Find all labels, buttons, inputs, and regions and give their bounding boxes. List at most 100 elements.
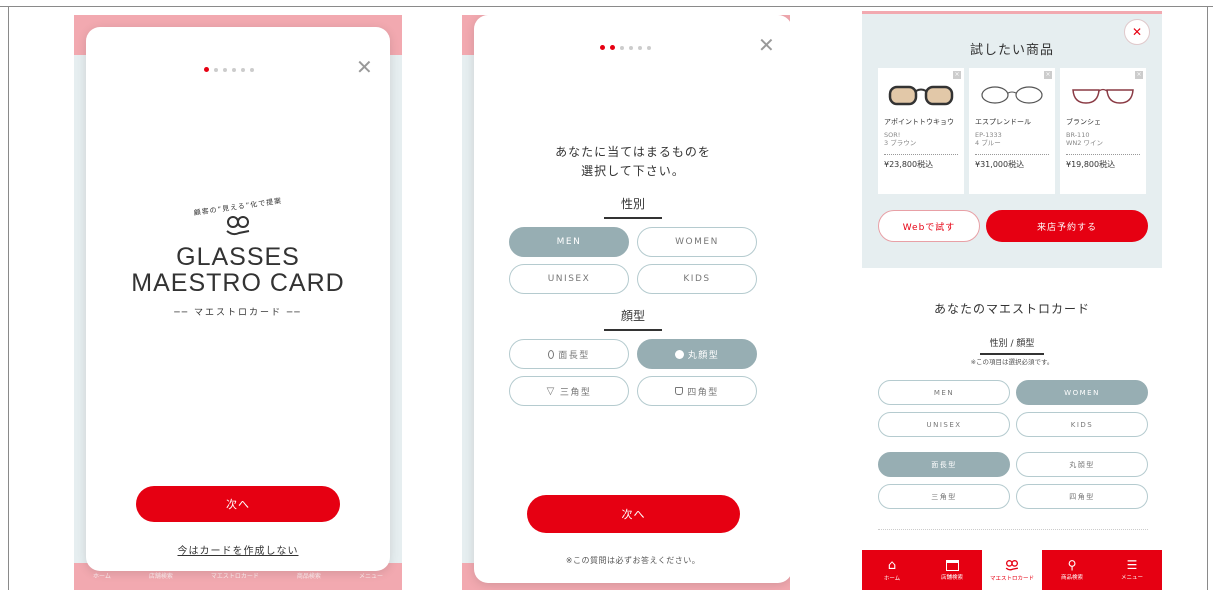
- search-icon: ⚲: [1067, 558, 1077, 572]
- product-price: ¥19,800税込: [1066, 153, 1140, 170]
- nav-product-search-label: 商品検索: [296, 573, 321, 580]
- skip-card-link[interactable]: 今はカードを作成しない: [86, 542, 390, 557]
- gender-heading-text: 性別: [620, 197, 645, 211]
- close-icon[interactable]: ✕: [356, 57, 373, 77]
- close-icon: ✕: [1131, 25, 1143, 39]
- glasses-hand-icon: [226, 216, 250, 236]
- gender-men-option[interactable]: MEN: [509, 227, 629, 257]
- product-image: [975, 74, 1049, 114]
- tab-gender-face-label: 性別 / 顔型: [989, 339, 1035, 349]
- face-triangle-option[interactable]: 三角型: [878, 484, 1010, 509]
- nav-menu[interactable]: ☰ メニュー: [1102, 550, 1162, 590]
- glasses-hand-icon: [1005, 559, 1018, 570]
- gender-men-option[interactable]: MEN: [878, 380, 1010, 405]
- frame-top-line: [0, 6, 1213, 7]
- face-heading: 顔型: [604, 307, 662, 331]
- gender-kids-option[interactable]: KIDS: [637, 264, 757, 294]
- store-icon: [945, 559, 959, 571]
- question-modal: ✕ あなたに当てはまるものを 選択して下さい。 性別 MEN WOMEN UNI…: [474, 15, 790, 583]
- gender-kids-option[interactable]: KIDS: [1016, 412, 1148, 437]
- step-indicator: [600, 45, 651, 50]
- face-square-label: 四角型: [687, 387, 719, 398]
- step-dot: [620, 45, 624, 50]
- nav-store-search-label: 店舗検索: [940, 574, 963, 581]
- tab-underline: [980, 353, 1044, 355]
- nav-store-search[interactable]: 店舗検索: [922, 550, 982, 590]
- step-dot: [629, 45, 633, 50]
- product-card[interactable]: × アポイントトウキョウ SOR! 3 ブラウン ¥23,800税込: [878, 68, 964, 194]
- nav-maestro-card-label: マエストロカード: [989, 575, 1034, 582]
- face-square-option[interactable]: 四角型: [1016, 484, 1148, 509]
- frame-left-line: [8, 6, 9, 590]
- face-triangle-label: 三角型: [559, 387, 592, 398]
- product-price: ¥31,000税込: [975, 153, 1049, 170]
- face-square-option[interactable]: 四角型: [637, 376, 757, 406]
- nav-product-search[interactable]: ⚲ 商品検索: [1042, 550, 1102, 590]
- bottom-nav: ⌂ ホーム 店舗検索 マエストロカード ⚲ 商品検索 ☰ メニュー: [862, 550, 1162, 590]
- step-dot-done: [600, 45, 605, 50]
- next-button[interactable]: 次へ: [527, 495, 740, 533]
- screen-intro: ホーム 店舗検索 マエストロカード 商品検索 メニュー ✕ 顧客の”見える”化で…: [74, 15, 402, 590]
- close-icon[interactable]: ✕: [758, 35, 775, 55]
- product-image: [1066, 74, 1140, 114]
- logo-subtitle: ── マエストロカード ──: [174, 307, 302, 318]
- reserve-visit-button[interactable]: 来店予約する: [986, 210, 1148, 242]
- try-heading: 試したい商品: [969, 43, 1054, 58]
- gender-heading-underline: [604, 217, 662, 219]
- glasses-icon: [981, 86, 1043, 104]
- oval-icon: [548, 349, 555, 359]
- product-model: EP-1333 4 ブルー: [975, 130, 1002, 148]
- required-note: ※この項目は選択必須です。: [970, 358, 1054, 366]
- product-card[interactable]: × ブランシェ BR-110 WN2 ワイン ¥19,800税込: [1060, 68, 1146, 194]
- logo-title-line1: GLASSES: [176, 243, 300, 271]
- product-name: ブランシェ: [1066, 118, 1101, 126]
- next-button[interactable]: 次へ: [136, 486, 340, 522]
- nav-home[interactable]: ⌂ ホーム: [862, 550, 922, 590]
- remove-product-icon[interactable]: ×: [1135, 71, 1143, 79]
- divider: [878, 529, 1148, 530]
- tab-gender-face[interactable]: 性別 / 顔型: [980, 331, 1044, 355]
- product-card[interactable]: × エスプレンドール EP-1333 4 ブルー ¥31,000税込: [969, 68, 1055, 194]
- step-dot: [214, 67, 218, 72]
- step-dot: [232, 67, 236, 72]
- face-heading-underline: [604, 329, 662, 331]
- face-round-option[interactable]: 丸顔型: [1016, 452, 1148, 477]
- background-bottom-nav: ホーム 店舗検索 マエストロカード 商品検索 メニュー: [74, 571, 402, 580]
- step-indicator: [204, 67, 254, 72]
- step-dot: [250, 67, 254, 72]
- gender-women-option[interactable]: WOMEN: [1016, 380, 1148, 405]
- face-triangle-option[interactable]: ▽ 三角型: [509, 376, 629, 406]
- triangle-icon: ▽: [546, 385, 556, 397]
- product-price: ¥23,800税込: [884, 153, 958, 170]
- gender-women-option[interactable]: WOMEN: [637, 227, 757, 257]
- menu-icon: ☰: [1126, 558, 1138, 572]
- nav-maestro-card-label: マエストロカード: [210, 573, 259, 580]
- frame-right-line: [1207, 6, 1208, 590]
- web-try-button[interactable]: Webで試す: [878, 210, 980, 242]
- required-note: ※この質問は必ずお答えください。: [565, 556, 701, 565]
- product-name: エスプレンドール: [975, 118, 1031, 126]
- nav-product-search-label: 商品検索: [1060, 575, 1083, 581]
- glasses-icon: [888, 85, 954, 106]
- face-oval-option[interactable]: 面長型: [878, 452, 1010, 477]
- home-icon: ⌂: [887, 557, 897, 573]
- step-dot: [241, 67, 245, 72]
- intro-modal: ✕ 顧客の”見える”化で提案 GLASSES MAESTRO CARD ── マ…: [86, 27, 390, 571]
- remove-product-icon[interactable]: ×: [1044, 71, 1052, 79]
- remove-product-icon[interactable]: ×: [953, 71, 961, 79]
- step-dot-active: [610, 45, 615, 50]
- product-name: アポイントトウキョウ: [884, 118, 954, 126]
- question-line2: 選択して下さい。: [581, 164, 685, 179]
- face-oval-option[interactable]: 面長型: [509, 339, 629, 369]
- gender-unisex-option[interactable]: UNISEX: [878, 412, 1010, 437]
- product-model: SOR! 3 ブラウン: [884, 130, 917, 148]
- face-round-option[interactable]: 丸顔型: [637, 339, 757, 369]
- nav-maestro-card[interactable]: マエストロカード: [982, 550, 1042, 590]
- nav-store-search-label: 店舗検索: [148, 573, 173, 580]
- nav-menu-label: メニュー: [358, 573, 383, 580]
- step-dot: [223, 67, 227, 72]
- gender-unisex-option[interactable]: UNISEX: [509, 264, 629, 294]
- nav-home-label: ホーム: [883, 575, 901, 582]
- screen-question: ✕ あなたに当てはまるものを 選択して下さい。 性別 MEN WOMEN UNI…: [462, 15, 790, 590]
- face-oval-label: 面長型: [558, 350, 590, 361]
